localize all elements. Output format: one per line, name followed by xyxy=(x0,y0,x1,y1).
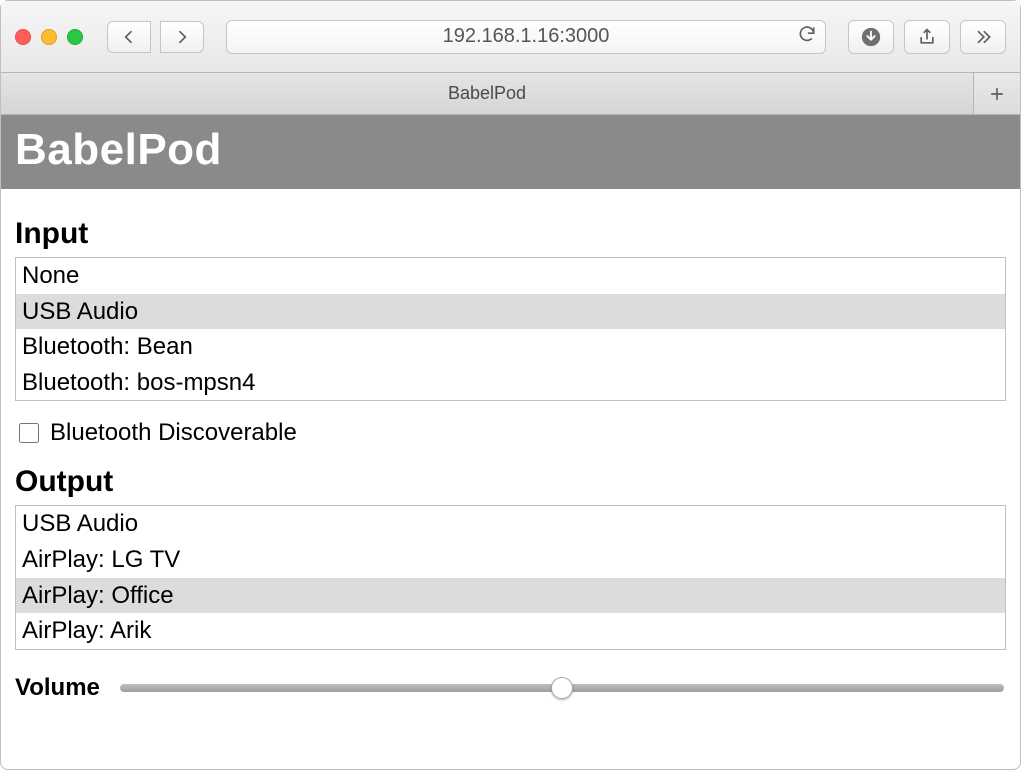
app-title: BabelPod xyxy=(15,125,1006,175)
chevron-left-icon xyxy=(119,27,139,47)
close-window-button[interactable] xyxy=(15,29,31,45)
tab-bar: BabelPod xyxy=(1,73,1020,115)
main-content: Input NoneUSB AudioBluetooth: BeanBlueto… xyxy=(1,189,1020,722)
address-bar[interactable]: 192.168.1.16:3000 xyxy=(226,20,826,54)
browser-toolbar: 192.168.1.16:3000 xyxy=(1,1,1020,73)
window-controls xyxy=(15,29,83,45)
bt-discoverable-checkbox[interactable] xyxy=(19,423,39,443)
tabs-overflow-button[interactable] xyxy=(960,20,1006,54)
input-option[interactable]: Bluetooth: Bean xyxy=(16,329,1005,365)
minimize-window-button[interactable] xyxy=(41,29,57,45)
output-option[interactable]: AirPlay: LG TV xyxy=(16,542,1005,578)
input-heading: Input xyxy=(15,217,1006,251)
page-content: BabelPod Input NoneUSB AudioBluetooth: B… xyxy=(1,115,1020,722)
nav-back-button[interactable] xyxy=(107,21,151,53)
output-option[interactable]: AirPlay: Office xyxy=(16,578,1005,614)
tab-title: BabelPod xyxy=(448,83,526,104)
volume-row: Volume xyxy=(15,674,1006,702)
download-icon xyxy=(860,26,882,48)
volume-label: Volume xyxy=(15,674,100,702)
chevrons-right-icon xyxy=(973,27,993,47)
output-select-list[interactable]: USB AudioAirPlay: LG TVAirPlay: OfficeAi… xyxy=(15,505,1006,649)
new-tab-button[interactable] xyxy=(974,73,1020,114)
app-banner: BabelPod xyxy=(1,115,1020,189)
input-option[interactable]: Bluetooth: bos-mpsn4 xyxy=(16,365,1005,401)
reload-icon xyxy=(797,24,817,44)
share-icon xyxy=(917,27,937,47)
plus-icon xyxy=(987,84,1007,104)
input-select-list[interactable]: NoneUSB AudioBluetooth: BeanBluetooth: b… xyxy=(15,257,1006,401)
nav-forward-button[interactable] xyxy=(160,21,204,53)
input-option[interactable]: None xyxy=(16,258,1005,294)
output-option[interactable]: USB Audio xyxy=(16,506,1005,542)
output-heading: Output xyxy=(15,465,1006,499)
downloads-button[interactable] xyxy=(848,20,894,54)
reload-button[interactable] xyxy=(797,24,817,50)
volume-slider[interactable] xyxy=(120,684,1004,692)
chevron-right-icon xyxy=(172,27,192,47)
input-option[interactable]: USB Audio xyxy=(16,294,1005,330)
share-button[interactable] xyxy=(904,20,950,54)
bt-discoverable-row: Bluetooth Discoverable xyxy=(15,419,1006,447)
zoom-window-button[interactable] xyxy=(67,29,83,45)
output-option[interactable]: AirPlay: Arik xyxy=(16,613,1005,649)
tab-babelpod[interactable]: BabelPod xyxy=(1,73,974,114)
bt-discoverable-label[interactable]: Bluetooth Discoverable xyxy=(50,419,297,447)
address-text: 192.168.1.16:3000 xyxy=(443,25,610,48)
